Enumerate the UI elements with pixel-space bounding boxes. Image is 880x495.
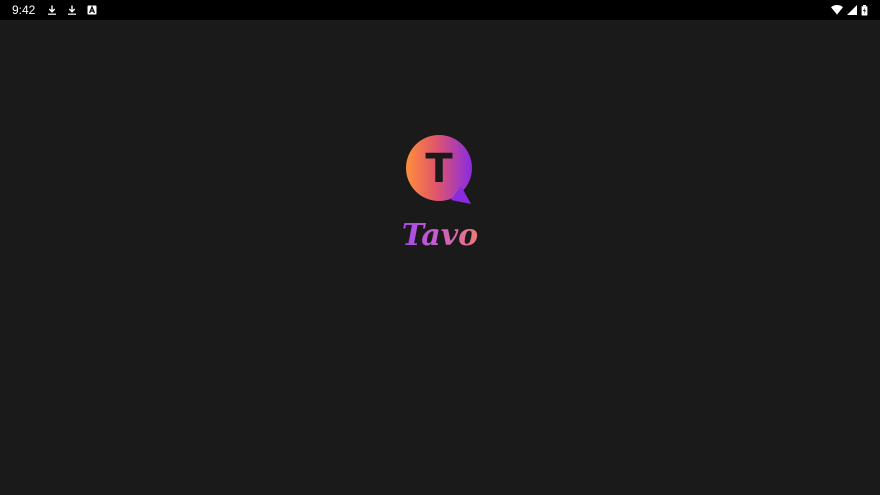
status-bar-left: 9:42 xyxy=(12,3,97,17)
status-bar: 9:42 xyxy=(0,0,880,20)
tavo-logo-icon: T xyxy=(406,135,472,204)
status-bar-right xyxy=(831,4,868,16)
wifi-icon xyxy=(831,5,843,15)
splash-content: T Tavo xyxy=(0,20,880,495)
download-icon xyxy=(68,5,77,15)
logo-letter: T xyxy=(425,146,453,192)
cellular-signal-icon xyxy=(847,5,857,15)
download-icon xyxy=(48,5,57,15)
app-name: Tavo xyxy=(380,216,500,256)
font-icon xyxy=(87,5,97,15)
status-time: 9:42 xyxy=(12,3,36,17)
battery-charging-icon xyxy=(861,4,868,15)
splash-screen: 9:42 T Tavo xyxy=(0,0,880,495)
